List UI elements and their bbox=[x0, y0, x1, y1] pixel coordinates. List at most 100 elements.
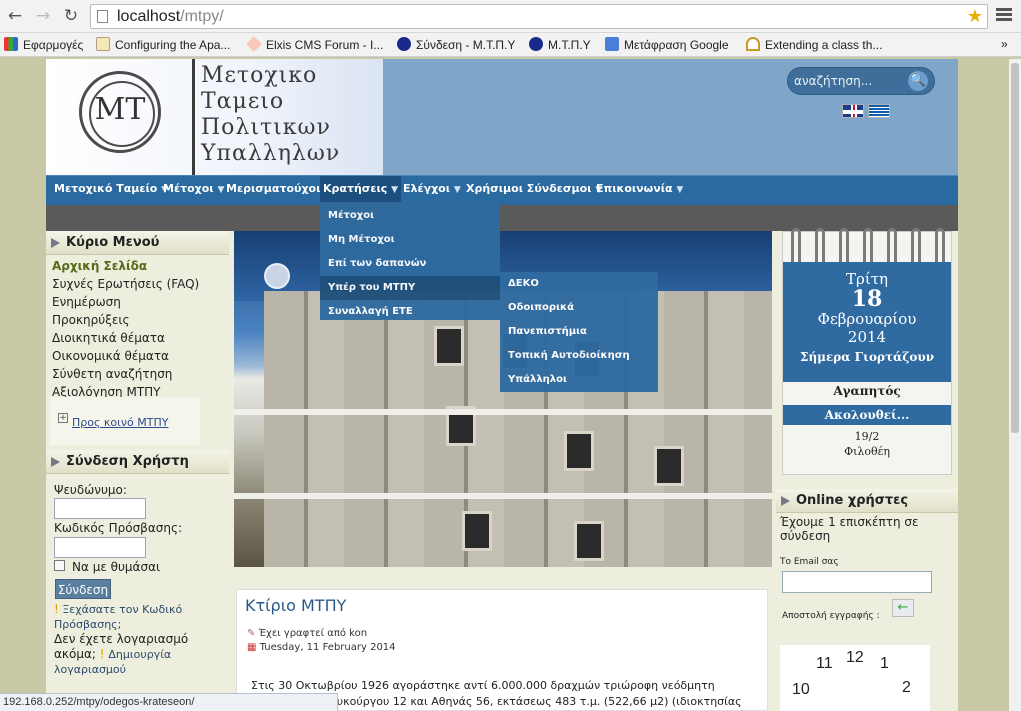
main-menu: Αρχική Σελίδα Συχνές Ερωτήσεις (FAQ) Ενη… bbox=[52, 257, 199, 401]
bookmark-star-icon[interactable]: ★ bbox=[967, 5, 983, 28]
email-input[interactable] bbox=[782, 571, 932, 593]
right-sidebar: Τρίτη 18 Φεβρουαρίου 2014 Σήμερα Γιορτάζ… bbox=[776, 228, 958, 711]
browser-menu-icon[interactable] bbox=[996, 8, 1012, 22]
password-input[interactable] bbox=[54, 537, 146, 558]
dropdown-item[interactable]: Μέτοχοι bbox=[320, 204, 500, 228]
main-menu-title: Κύριο Μενού bbox=[46, 231, 229, 255]
send-subscription-icon[interactable]: ← bbox=[892, 599, 914, 617]
online-users-text: Έχουμε 1 επισκέπτη σε σύνδεση bbox=[780, 515, 919, 543]
url-host: localhost bbox=[117, 8, 181, 25]
calendar-widget: Τρίτη 18 Φεβρουαρίου 2014 Σήμερα Γιορτάζ… bbox=[782, 228, 952, 475]
login-title: Σύνδεση Χρήστη bbox=[46, 450, 229, 474]
bookmark-5[interactable]: Μετάφραση Google bbox=[605, 37, 729, 52]
site-logo[interactable]: ΜΤ Μετοχικο Ταμειο Πολιτικων Υπαλληλων bbox=[46, 59, 383, 175]
reload-icon[interactable]: ↻ bbox=[61, 6, 81, 26]
nav-item[interactable]: Μέτοχοι ▼ bbox=[163, 176, 224, 206]
nav-item[interactable]: Μερισματούχοι ▼ bbox=[226, 176, 331, 206]
menu-item[interactable]: Ενημέρωση bbox=[52, 293, 199, 311]
page-icon bbox=[97, 10, 108, 23]
dropdown-item[interactable]: Συναλλαγή ΕΤΕ bbox=[320, 300, 500, 324]
search-input[interactable] bbox=[794, 72, 906, 90]
logo-text: Μετοχικο Ταμειο Πολιτικων Υπαλληλων bbox=[201, 63, 341, 166]
site-icon bbox=[397, 37, 411, 51]
bookmark-apps[interactable]: Εφαρμογές bbox=[4, 37, 83, 52]
email-label: Το Email σας bbox=[780, 557, 839, 567]
dropdown-menu: Μέτοχοι Μη Μέτοχοι Επί των δαπανών Υπέρ … bbox=[320, 202, 500, 320]
menu-item-home[interactable]: Αρχική Σελίδα bbox=[52, 257, 199, 275]
web-page: ΜΤ Μετοχικο Ταμειο Πολιτικων Υπαλληλων 🔍… bbox=[46, 59, 958, 711]
bookmarks-more[interactable]: » bbox=[1001, 37, 1008, 51]
online-users-title: Online χρήστες bbox=[776, 489, 958, 513]
remember-checkbox[interactable] bbox=[54, 560, 65, 571]
username-input[interactable] bbox=[54, 498, 146, 519]
submenu-item[interactable]: Πανεπιστήμια bbox=[500, 320, 658, 344]
url-path: /mtpy/ bbox=[180, 8, 224, 25]
register-text: Δεν έχετε λογαριασμό ακόμα; ! Δημιουργία… bbox=[54, 632, 189, 676]
bookmarks-bar: Εφαρμογές Configuring the Apa... Elxis C… bbox=[0, 33, 1021, 57]
bookmark-3[interactable]: Σύνδεση - Μ.Τ.Π.Υ bbox=[397, 37, 515, 52]
bulb-icon: ! bbox=[54, 602, 59, 616]
menu-item[interactable]: Διοικητικά θέματα bbox=[52, 329, 199, 347]
browser-toolbar: ← → ↻ localhost/mtpy/ ★ bbox=[0, 0, 1021, 33]
dropdown-item[interactable]: Μη Μέτοχοι bbox=[320, 228, 500, 252]
forward-icon[interactable]: → bbox=[33, 6, 53, 26]
chevron-down-icon: ▼ bbox=[453, 185, 461, 195]
dropdown-item[interactable]: Επί των δαπανών bbox=[320, 252, 500, 276]
bookmark-6[interactable]: Extending a class th... bbox=[746, 37, 882, 52]
left-sidebar: Κύριο Μενού Αρχική Σελίδα Συχνές Ερωτήσε… bbox=[46, 231, 229, 711]
expand-icon[interactable]: + bbox=[58, 413, 68, 423]
menu-item[interactable]: Οικονομικά θέματα bbox=[52, 347, 199, 365]
menu-item[interactable]: Προκηρύξεις bbox=[52, 311, 199, 329]
dropdown-item-active[interactable]: Υπέρ του ΜΤΠΥ bbox=[320, 276, 500, 300]
scrollbar-thumb[interactable] bbox=[1011, 63, 1019, 433]
address-bar[interactable]: localhost/mtpy/ ★ bbox=[90, 4, 988, 29]
nav-item[interactable]: Μετοχικό Ταμείο ▼ bbox=[54, 176, 168, 206]
nav-item[interactable]: Επικοινωνία ▼ bbox=[596, 176, 683, 206]
greek-flag-icon[interactable] bbox=[868, 104, 890, 118]
submenu-item[interactable]: ΔΕΚΟ bbox=[500, 272, 658, 296]
bookmark-4[interactable]: Μ.Τ.Π.Υ bbox=[529, 37, 591, 52]
article-date: ▦ Tuesday, 11 February 2014 bbox=[247, 642, 396, 653]
submenu-item[interactable]: Υπάλληλοι bbox=[500, 368, 658, 392]
chevron-down-icon: ▼ bbox=[676, 185, 684, 195]
feast-name: Αγαπητός bbox=[833, 384, 901, 398]
site-header: ΜΤ Μετοχικο Ταμειο Πολιτικων Υπαλληλων 🔍 bbox=[46, 59, 958, 175]
search-box: 🔍 bbox=[787, 67, 935, 95]
submenu-item[interactable]: Οδοιπορικά bbox=[500, 296, 658, 320]
search-icon[interactable]: 🔍 bbox=[908, 71, 928, 91]
translate-icon bbox=[605, 37, 619, 51]
faq-link[interactable]: Προς κοινό ΜΤΠΥ bbox=[72, 416, 168, 429]
next-feast-title: Ακολουθεί... bbox=[783, 405, 951, 425]
password-label: Κωδικός Πρόσβασης: bbox=[54, 521, 183, 535]
username-label: Ψευδώνυμο: bbox=[54, 483, 127, 497]
scrollbar[interactable] bbox=[1009, 59, 1021, 711]
login-button[interactable]: Σύνδεση bbox=[55, 579, 111, 599]
subscribe-label: Αποστολή εγγραφής : bbox=[782, 611, 880, 621]
submenu-item[interactable]: Τοπική Αυτοδιοίκηση bbox=[500, 344, 658, 368]
bookmark-1[interactable]: Configuring the Apa... bbox=[96, 37, 230, 52]
calendar-date: Τρίτη 18 Φεβρουαρίου 2014 Σήμερα Γιορτάζ… bbox=[783, 262, 951, 382]
next-feast-name: Φιλοθέη bbox=[844, 445, 890, 458]
bookmark-2[interactable]: Elxis CMS Forum - I... bbox=[246, 36, 383, 52]
magnet-icon bbox=[746, 37, 760, 51]
bulb-icon: ! bbox=[99, 647, 105, 661]
menu-item[interactable]: Σύνθετη αναζήτηση bbox=[52, 365, 199, 383]
main-navigation: Μετοχικό Ταμείο ▼ Μέτοχοι ▼ Μερισματούχο… bbox=[46, 175, 958, 206]
english-flag-icon[interactable] bbox=[842, 104, 864, 118]
remember-label: Να με θυμάσαι bbox=[72, 560, 161, 574]
page-edit-icon bbox=[96, 37, 110, 51]
back-icon[interactable]: ← bbox=[5, 6, 25, 26]
nav-subbar bbox=[46, 205, 958, 231]
faq-box: + Προς κοινό ΜΤΠΥ bbox=[50, 397, 200, 445]
status-bar: 192.168.0.252/mtpy/odegos-krateseon/ bbox=[0, 693, 338, 711]
logo-seal: ΜΤ bbox=[79, 71, 161, 153]
apps-icon bbox=[4, 37, 18, 51]
site-icon bbox=[529, 37, 543, 51]
calendar-icon: ▦ bbox=[247, 642, 257, 653]
clock-widget: 11 12 1 10 2 bbox=[780, 645, 930, 711]
article-title[interactable]: Κτίριο ΜΤΠΥ bbox=[245, 596, 346, 615]
menu-item[interactable]: Συχνές Ερωτήσεις (FAQ) bbox=[52, 275, 199, 293]
forgot-password-link[interactable]: ! Ξεχάσατε τον Κωδικό Πρόσβασης; bbox=[54, 602, 214, 632]
elxis-icon bbox=[246, 36, 262, 52]
slider-nav-dot[interactable] bbox=[264, 263, 290, 289]
